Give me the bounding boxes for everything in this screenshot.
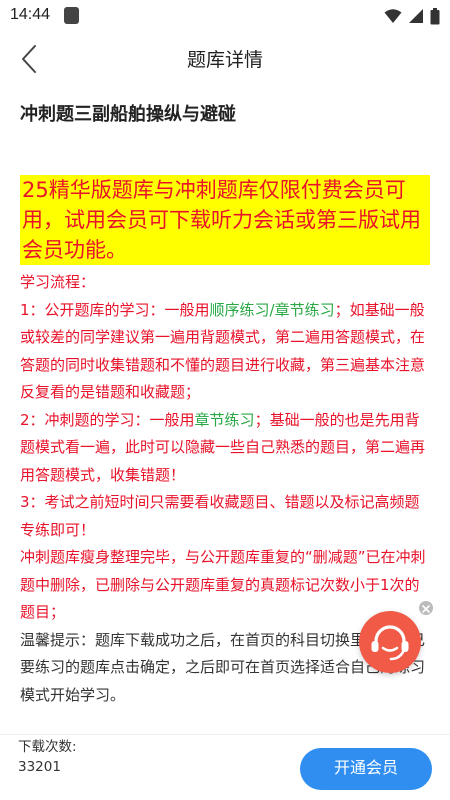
open-membership-button[interactable]: 开通会员: [300, 748, 432, 790]
sequential-chapter-practice-link: 顺序练习/章节练习: [209, 300, 335, 319]
download-count-value: 33201: [18, 759, 61, 775]
step-3: 3：考试之前短时间只需要看收藏题目、错题以及标记高频题专练即可！: [20, 493, 420, 539]
step-1: 1：公开题库的学习：一般用顺序练习/章节练习；如基础一般或较差的同学建议第一遍用…: [20, 297, 430, 407]
step-2: 2：冲刺题的学习：一般用章节练习；基础一般的也是先用背题模式看一遍，此时可以隐藏…: [20, 407, 430, 490]
bottom-bar: 下载次数: 33201 开通会员: [0, 734, 450, 800]
step-1-text-a: 1：公开题库的学习：一般用: [20, 300, 210, 319]
download-count-label: 下载次数:: [18, 739, 77, 755]
wifi-icon: [384, 9, 402, 23]
status-bar: 14:44: [0, 0, 450, 32]
headset-icon: [371, 625, 409, 661]
member-notice: 25精华版题库与冲刺题库仅限付费会员可用，试用会员可下载听力会话或第三版试用会员…: [20, 175, 430, 265]
library-title: 冲刺题三副船舶操纵与避碰: [20, 104, 236, 125]
step-2-text-a: 2：冲刺题的学习：一般用: [20, 410, 195, 429]
nav-bar: 题库详情: [0, 32, 450, 84]
battery-icon: [430, 7, 440, 24]
status-icons: [384, 6, 440, 26]
flow-heading: 学习流程：: [20, 273, 96, 291]
status-time: 14:44: [10, 6, 51, 23]
page-title: 题库详情: [186, 49, 263, 71]
app-notification-icon: [64, 7, 79, 24]
chapter-practice-link: 章节练习: [194, 410, 255, 429]
signal-icon: [409, 9, 423, 23]
download-count-info: 下载次数: 33201: [18, 737, 88, 777]
close-floating-button[interactable]: [419, 601, 433, 615]
customer-service-button[interactable]: [359, 611, 421, 673]
close-icon: [422, 605, 430, 613]
